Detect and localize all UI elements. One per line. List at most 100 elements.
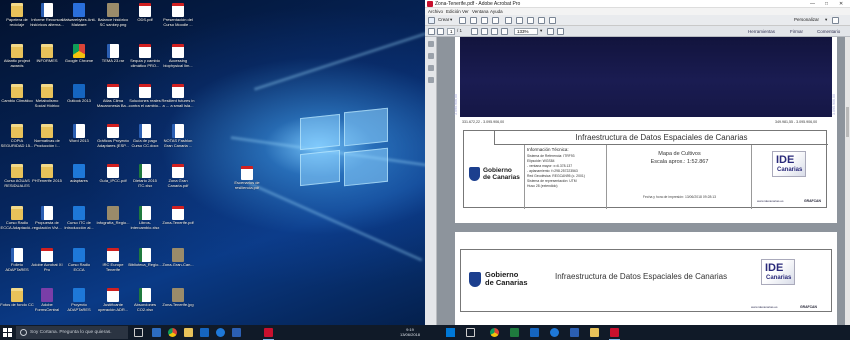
- desktop-icon[interactable]: Zona Gran Canaria.pdf: [161, 164, 195, 204]
- desktop-icon[interactable]: Malwarebytes Anti-Malware: [62, 3, 96, 43]
- outlook-icon[interactable]: [530, 328, 539, 337]
- desktop-icon[interactable]: Papelera de reciclaje: [0, 3, 34, 43]
- chevron-down-icon[interactable]: ▾: [450, 17, 452, 23]
- minimize-icon[interactable]: —: [810, 1, 815, 7]
- select-tool-icon[interactable]: [481, 28, 488, 35]
- desktop-icon[interactable]: Justificante operación ADR...: [96, 288, 130, 325]
- prev-page-icon[interactable]: [428, 28, 435, 35]
- outlook-icon[interactable]: [200, 328, 209, 337]
- desktop-icon[interactable]: Curso Radio ECCA: [62, 248, 96, 288]
- desktop-icon[interactable]: Atlantic project awards: [0, 44, 34, 84]
- scrollbar-thumb[interactable]: [846, 107, 849, 137]
- desktop-icon-dragged[interactable]: Escenarios de resiliencia.pdf: [230, 166, 264, 206]
- close-icon[interactable]: ✕: [839, 1, 843, 7]
- tab-firmar[interactable]: Firmar: [787, 27, 806, 36]
- desktop-icon[interactable]: Informe Recursos históricos alterna...: [30, 3, 64, 43]
- desktop-icon[interactable]: Zona-Gran-Can...: [161, 248, 195, 288]
- word-icon[interactable]: [570, 328, 579, 337]
- tab-herramientas[interactable]: Herramientas: [745, 27, 778, 36]
- desktop-icon[interactable]: Proyecto ADAPTaRES: [62, 288, 96, 325]
- fullscreen-icon[interactable]: [832, 17, 839, 24]
- file-explorer-icon[interactable]: [590, 328, 599, 337]
- attachments-icon[interactable]: [428, 65, 434, 71]
- open-icon[interactable]: [459, 17, 466, 24]
- desktop-icon[interactable]: Guía de pago Curso CC.docx: [128, 124, 162, 164]
- word-icon[interactable]: [232, 328, 241, 337]
- acrobat-icon[interactable]: [609, 328, 620, 340]
- desktop-icon[interactable]: Fotos de fondo CC: [0, 288, 34, 325]
- desktop-icon[interactable]: Outlook 2013: [62, 84, 96, 124]
- tab-comentario[interactable]: Comentario: [814, 27, 843, 36]
- task-view-icon[interactable]: [466, 328, 475, 337]
- desktop-icon[interactable]: Resilient futures in a ... a small isla.…: [161, 84, 195, 124]
- desktop-icon[interactable]: PHTenerife 2015: [30, 164, 64, 204]
- desktop-icon[interactable]: Atlas Clima Macaronesia Ba...: [96, 84, 130, 124]
- chrome-icon[interactable]: [490, 328, 499, 337]
- menu-ver[interactable]: Ver: [462, 9, 469, 14]
- internet-explorer-icon[interactable]: [216, 328, 225, 337]
- sign-icon[interactable]: [549, 17, 556, 24]
- desktop-icon[interactable]: Metabolismo Social Hídrico: [30, 84, 64, 124]
- menu-edicion[interactable]: Edición: [446, 9, 461, 14]
- desktop-icon[interactable]: Gráficos Proyecto Adaptares (ESP...: [96, 124, 130, 164]
- chrome-icon[interactable]: [168, 328, 177, 337]
- task-view-icon[interactable]: [134, 328, 143, 337]
- desktop-icon[interactable]: Libros-intercambio.xlsx: [128, 206, 162, 246]
- desktop-icon[interactable]: Zona-Tenerife.pdf: [161, 206, 195, 246]
- desktop-icon[interactable]: Infografía_Regio...: [96, 206, 130, 246]
- zoom-out-icon[interactable]: [491, 28, 498, 35]
- menu-ayuda[interactable]: Ayuda: [490, 9, 503, 14]
- excel-icon[interactable]: [510, 328, 519, 337]
- page-number-field[interactable]: 1: [447, 28, 455, 35]
- bookmarks-icon[interactable]: [428, 53, 434, 59]
- desktop-icon[interactable]: Dietario 2015 ITC.xlsx: [128, 164, 162, 204]
- cortana-search-box[interactable]: Soy Cortana. Pregunta lo que quieras.: [16, 326, 128, 339]
- desktop-icon[interactable]: Propuesta de regulación Vivi...: [30, 206, 64, 246]
- desktop-icon[interactable]: Cambio Climático: [0, 84, 34, 124]
- highlight-icon[interactable]: [527, 17, 534, 24]
- desktop-icon[interactable]: Curso ITC de Introducción al...: [62, 206, 96, 246]
- desktop-icon[interactable]: COPIA SEGURIDAD 15...: [0, 124, 34, 164]
- desktop-icon[interactable]: Adobe Acrobat XI Pro: [30, 248, 64, 288]
- save-icon[interactable]: [470, 17, 477, 24]
- taskbar-app-icon[interactable]: [152, 328, 161, 337]
- desktop-icon[interactable]: Soluciones reales contra el cambio...: [128, 84, 162, 124]
- desktop-icon[interactable]: Word 2013: [62, 124, 96, 164]
- desktop-icon[interactable]: NOTAS Fashion Gran Canaria ...: [161, 124, 195, 164]
- acrobat-icon[interactable]: [263, 328, 274, 340]
- settings-icon[interactable]: [505, 17, 512, 24]
- desktop-icon[interactable]: Presentación del Curso Moodle ...: [161, 3, 195, 43]
- desktop-icon[interactable]: TEMA 23.rar: [96, 44, 130, 84]
- desktop-icon[interactable]: Curso Radio ECCA Adaptació...: [0, 206, 34, 246]
- desktop-icon[interactable]: Absorciones CO2.xlsx: [128, 288, 162, 325]
- email-icon[interactable]: [492, 17, 499, 24]
- desktop-icon[interactable]: Google Chrome: [62, 44, 96, 84]
- desktop-icon[interactable]: Curso AGUAS RESIDUALES: [0, 164, 34, 204]
- desktop-icon[interactable]: Folleto ADAPTaRES: [0, 248, 34, 288]
- vertical-scrollbar[interactable]: [845, 37, 850, 325]
- zoom-field[interactable]: 133%: [514, 28, 538, 35]
- desktop-icon[interactable]: Sequía y cambio climático PRO...: [128, 44, 162, 84]
- desktop-icon[interactable]: Adobe FormsCentral: [30, 288, 64, 325]
- share-icon[interactable]: [538, 17, 545, 24]
- comment-icon[interactable]: [516, 17, 523, 24]
- menu-archivo[interactable]: Archivo: [428, 9, 443, 14]
- windows-logo-icon[interactable]: [446, 328, 455, 337]
- maximize-icon[interactable]: □: [825, 1, 828, 7]
- desktop-icon[interactable]: Biblioteca_Regio...: [128, 248, 162, 288]
- menu-ventana[interactable]: Ventana: [472, 9, 489, 14]
- desktop-icon[interactable]: Zona-Tenerife.jpg: [161, 288, 195, 325]
- file-explorer-icon[interactable]: [184, 328, 193, 337]
- chevron-down-icon[interactable]: ▾: [540, 28, 542, 34]
- signatures-icon[interactable]: [428, 77, 434, 83]
- start-button[interactable]: [3, 328, 12, 337]
- print-icon[interactable]: [481, 17, 488, 24]
- zoom-in-icon[interactable]: [501, 28, 508, 35]
- desktop-icon[interactable]: Guía_IPCC.pdf: [96, 164, 130, 204]
- desktop-icon[interactable]: ODS.pdf: [128, 3, 162, 43]
- internet-explorer-icon[interactable]: [550, 328, 559, 337]
- clock[interactable]: 9:19 13/06/2018: [395, 327, 425, 337]
- next-page-icon[interactable]: [437, 28, 444, 35]
- desktop-icon[interactable]: IRC Europe Tenerife: [96, 248, 130, 288]
- hand-tool-icon[interactable]: [471, 28, 478, 35]
